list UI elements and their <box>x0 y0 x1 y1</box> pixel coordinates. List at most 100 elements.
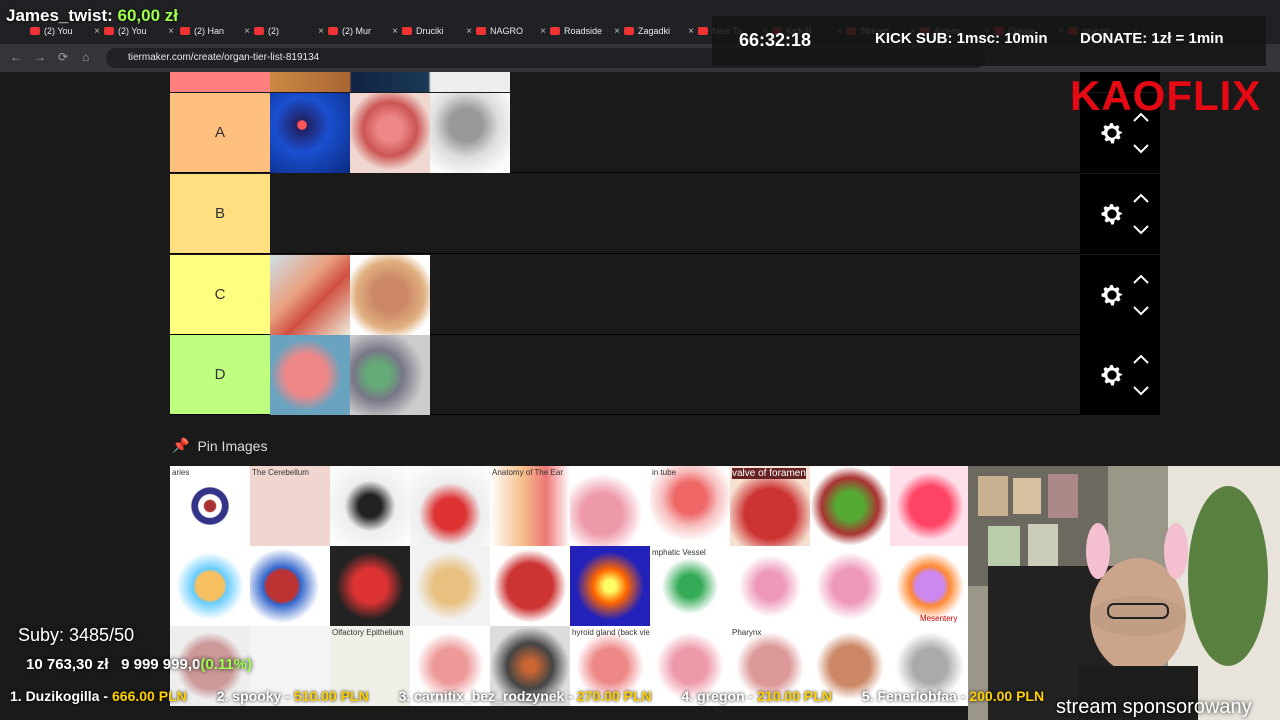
browser-tab[interactable]: NAGRO × <box>476 21 546 41</box>
tier-row-a[interactable]: A <box>170 93 1160 173</box>
gear-icon[interactable] <box>1098 281 1126 309</box>
donation-goal: 10 763,30 zł 9 999 999,0(0.11%) <box>26 656 253 673</box>
webcam-feed <box>968 466 1280 720</box>
pin-image[interactable] <box>410 546 490 626</box>
tab-close-icon[interactable]: × <box>466 26 472 37</box>
pin-image[interactable] <box>330 466 410 546</box>
tab-favicon-icon <box>402 27 412 35</box>
pin-image-caption: Anatomy of The Ear <box>492 468 563 477</box>
tab-favicon-icon <box>624 27 634 35</box>
kaoflix-logo: KAOFLIX <box>1070 72 1262 119</box>
tab-label: (2) Mur <box>342 26 371 36</box>
stream-hud: 66:32:18 KICK SUB: 1msc: 10min DONATE: 1… <box>712 16 1266 66</box>
pin-image[interactable]: aries <box>170 466 250 546</box>
pin-image-caption: hyroid gland (back vie <box>572 628 650 637</box>
donor-amount: 270.00 PLN <box>576 688 652 704</box>
tab-label: (2) Han <box>194 26 225 36</box>
tab-label: (2) <box>268 26 279 36</box>
pin-image-caption: in tube <box>652 468 677 477</box>
reload-icon[interactable]: ⟳ <box>58 50 68 64</box>
browser-tab[interactable]: Druciki × <box>402 21 472 41</box>
donor-name: 5. Fenerlobfaa - <box>861 688 966 704</box>
streamer-label: James_twist: 60,00 zł <box>6 6 179 25</box>
tier-s-label[interactable] <box>170 72 270 92</box>
tab-close-icon[interactable]: × <box>614 26 620 37</box>
chevron-down-icon[interactable] <box>1132 224 1150 236</box>
sponsor-label: stream sponsorowany <box>1056 696 1252 718</box>
tier-controls <box>1080 174 1160 253</box>
pin-images-heading: 📌 Pin Images <box>172 437 268 454</box>
gear-icon[interactable] <box>1098 361 1126 389</box>
pin-image-caption: mphatic Vessel <box>652 548 706 557</box>
donor-amount: 666.00 PLN <box>112 688 187 704</box>
tier-item-image[interactable] <box>270 255 350 335</box>
chevron-down-icon[interactable] <box>1132 385 1150 397</box>
tier-item-image[interactable] <box>350 255 430 335</box>
tab-close-icon[interactable]: × <box>540 26 546 37</box>
tab-favicon-icon <box>180 27 190 35</box>
tab-close-icon[interactable]: × <box>318 26 324 37</box>
pin-image[interactable] <box>810 466 890 546</box>
tier-item-image[interactable] <box>270 93 350 173</box>
tier-label[interactable]: C <box>170 255 270 334</box>
browser-tab[interactable]: (2) × <box>254 21 324 41</box>
pin-image[interactable] <box>810 546 890 626</box>
pin-image[interactable] <box>730 546 810 626</box>
tier-controls <box>1080 255 1160 334</box>
pin-image-caption: Mesentery <box>920 614 958 623</box>
pin-image-caption: Olfactory Epithelium <box>332 628 404 637</box>
pin-image[interactable] <box>890 466 970 546</box>
tier-label[interactable]: B <box>170 174 270 253</box>
tier-item-image[interactable] <box>270 335 350 415</box>
pin-image[interactable] <box>490 546 570 626</box>
pin-image[interactable] <box>570 466 650 546</box>
home-icon[interactable]: ⌂ <box>82 50 89 64</box>
tab-label: Druciki <box>416 26 444 36</box>
tier-item-image[interactable] <box>350 335 430 415</box>
donor-name: 3. carnitix_bez_rodzynek - <box>398 688 573 704</box>
gear-icon[interactable] <box>1098 200 1126 228</box>
browser-tab[interactable]: (2) Mur × <box>328 21 398 41</box>
tier-row-b[interactable]: B <box>170 174 1160 254</box>
tab-label: (2) You <box>118 26 147 36</box>
chevron-up-icon[interactable] <box>1132 353 1150 365</box>
chevron-up-icon[interactable] <box>1132 192 1150 204</box>
tab-close-icon[interactable]: × <box>244 26 250 37</box>
pin-image-caption: aries <box>172 468 190 477</box>
gear-icon[interactable] <box>1098 119 1126 147</box>
tab-close-icon[interactable]: × <box>94 26 100 37</box>
donate-info: DONATE: 1zł = 1min <box>1080 30 1224 47</box>
tier-item-image[interactable] <box>430 93 510 173</box>
pin-image[interactable]: Mesentery <box>890 546 970 626</box>
tier-row-c[interactable]: C <box>170 255 1160 335</box>
forward-icon[interactable]: → <box>34 50 46 64</box>
tab-close-icon[interactable]: × <box>688 26 694 37</box>
tab-label: NAGRO <box>490 26 524 36</box>
tier-row-d[interactable]: D <box>170 335 1160 415</box>
pin-image[interactable]: The Cerebellum <box>250 466 330 546</box>
tier-item-image[interactable] <box>350 93 430 173</box>
pin-image[interactable] <box>330 546 410 626</box>
browser-tab[interactable]: Zagadki × <box>624 21 694 41</box>
pin-image[interactable] <box>250 546 330 626</box>
back-icon[interactable]: ← <box>10 50 22 64</box>
pin-image[interactable] <box>570 546 650 626</box>
pin-image[interactable]: Anatomy of The Ear <box>490 466 570 546</box>
browser-tab[interactable]: Roadside × <box>550 21 620 41</box>
browser-tab[interactable]: (2) Han × <box>180 21 250 41</box>
chevron-down-icon[interactable] <box>1132 143 1150 155</box>
tier-s-items[interactable] <box>270 72 510 92</box>
chevron-down-icon[interactable] <box>1132 305 1150 317</box>
kick-sub-info: KICK SUB: 1msc: 10min <box>875 30 1048 47</box>
chevron-up-icon[interactable] <box>1132 273 1150 285</box>
pin-image[interactable] <box>170 546 250 626</box>
pin-image[interactable]: mphatic Vessel <box>650 546 730 626</box>
tab-label: (2) You <box>44 26 73 36</box>
tier-label[interactable]: A <box>170 93 270 172</box>
tab-close-icon[interactable]: × <box>392 26 398 37</box>
pin-image[interactable]: in tube <box>650 466 730 546</box>
pin-image[interactable] <box>410 466 490 546</box>
tier-label[interactable]: D <box>170 335 270 414</box>
pin-image[interactable]: valve of foramen <box>730 466 810 546</box>
tab-close-icon[interactable]: × <box>168 26 174 37</box>
